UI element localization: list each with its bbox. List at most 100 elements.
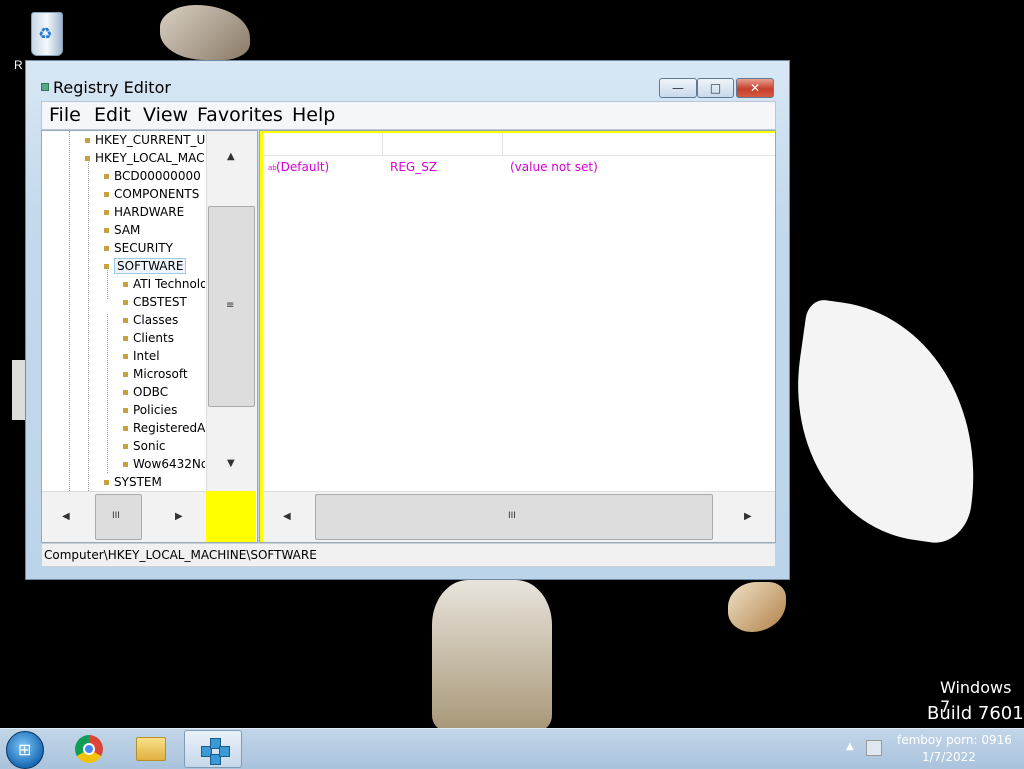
tree-item[interactable]: ATI Technolo (123, 275, 205, 293)
tree-item[interactable]: Classes (123, 311, 178, 329)
taskbar-regedit[interactable] (184, 730, 242, 768)
tree-item-label: SECURITY (114, 241, 173, 255)
taskbar-explorer[interactable] (122, 730, 180, 768)
highlight-border (260, 131, 263, 542)
tree-item-label: COMPONENTS (114, 187, 200, 201)
tree-item-label: Wow6432Noc (133, 457, 205, 471)
tree-item[interactable]: SOFTWARE (104, 257, 187, 275)
column-header-data[interactable] (503, 133, 775, 155)
recycle-bin-icon[interactable]: ♻ (26, 8, 66, 56)
tree-item[interactable]: Intel (123, 347, 160, 365)
folder-icon (123, 336, 128, 341)
menu-edit[interactable]: Edit (94, 104, 131, 126)
taskbar-chrome[interactable] (60, 730, 118, 768)
tree-item-label: Policies (133, 403, 178, 417)
tree-item-label: ATI Technolo (133, 277, 205, 291)
menu-file[interactable]: File (49, 104, 81, 126)
regedit-app-icon (41, 83, 49, 91)
taskbar: ⊞ ▲ femboy porn: 0916 1/7/2022 (0, 728, 1024, 769)
tree-item[interactable]: BCD00000000 (104, 167, 201, 185)
clock-time: femboy porn: 0916 (897, 733, 1012, 747)
tree-item[interactable]: Microsoft (123, 365, 188, 383)
tree-horizontal-scrollbar[interactable]: ◀ III ▶ (42, 491, 206, 542)
start-button[interactable]: ⊞ (6, 731, 44, 769)
scroll-right-arrow-icon[interactable]: ▶ (175, 511, 183, 522)
tree-item[interactable]: SECURITY (104, 239, 173, 257)
folder-icon (104, 174, 109, 179)
scroll-thumb[interactable]: III (315, 494, 713, 540)
wallpaper-fragment (432, 580, 552, 730)
clock-date: 1/7/2022 (922, 750, 976, 764)
tree-item[interactable]: Policies (123, 401, 177, 419)
tree-item[interactable]: ODBC (123, 383, 168, 401)
column-header-name[interactable] (263, 133, 383, 155)
tree-item-label: SOFTWARE (114, 258, 187, 274)
tree-item[interactable]: RegisteredApp (123, 419, 205, 437)
folder-icon (123, 318, 128, 323)
tree-item[interactable]: HKEY_CURRENT_USE (85, 131, 205, 149)
folder-icon (85, 156, 90, 161)
recycle-bin-label: R (14, 58, 23, 72)
tree-item-label: HKEY_CURRENT_USE (95, 133, 205, 147)
registry-editor-window: Registry Editor — □ ✕ File Edit View Fav… (25, 60, 790, 580)
tree-item[interactable]: Wow6432Noc (123, 455, 205, 473)
wallpaper-fragment (160, 5, 250, 60)
wallpaper-fragment (777, 297, 997, 548)
title-bar[interactable]: Registry Editor — □ ✕ (26, 61, 789, 101)
folder-icon (104, 264, 109, 269)
scroll-left-arrow-icon[interactable]: ◀ (62, 511, 70, 522)
value-name: (Default) (276, 160, 330, 174)
folder-icon (136, 737, 166, 761)
menu-bar: File Edit View Favorites Help (41, 101, 776, 130)
folder-icon (123, 282, 128, 287)
scroll-right-arrow-icon[interactable]: ▶ (744, 511, 752, 522)
show-hidden-icons-icon[interactable]: ▲ (846, 741, 854, 752)
tree-connector (69, 131, 70, 491)
tree-connector (88, 158, 89, 491)
close-button[interactable]: ✕ (736, 78, 774, 98)
grip-icon: III (112, 511, 120, 521)
folder-icon (104, 192, 109, 197)
tree-item[interactable]: COMPONENTS (104, 185, 199, 203)
tree-item[interactable]: Clients (123, 329, 174, 347)
regedit-icon (199, 736, 230, 765)
tree-item[interactable]: HARDWARE (104, 203, 184, 221)
status-bar: Computer\HKEY_LOCAL_MACHINE\SOFTWARE (41, 543, 776, 567)
tree-item-label: SAM (114, 223, 141, 237)
menu-help[interactable]: Help (292, 104, 335, 126)
folder-icon (104, 246, 109, 251)
tree-item[interactable]: Sonic (123, 437, 166, 455)
folder-icon (123, 372, 128, 377)
tree-item-label: Clients (133, 331, 174, 345)
tree-item[interactable]: SYSTEM (104, 473, 162, 491)
maximize-button[interactable]: □ (697, 78, 734, 98)
grip-icon: III (508, 511, 516, 521)
tree-item-label: HARDWARE (114, 205, 185, 219)
scroll-thumb[interactable]: III (95, 494, 142, 540)
tree-connector (107, 266, 108, 473)
value-type: REG_SZ (390, 160, 438, 174)
tree-item[interactable]: CBSTEST (123, 293, 187, 311)
column-header-type[interactable] (383, 133, 503, 155)
menu-view[interactable]: View (143, 104, 188, 126)
minimize-button[interactable]: — (659, 78, 697, 98)
folder-icon (123, 354, 128, 359)
windows-logo-icon: ⊞ (18, 740, 32, 759)
scroll-left-arrow-icon[interactable]: ◀ (283, 511, 291, 522)
scroll-down-arrow-icon[interactable]: ▼ (227, 458, 235, 469)
tree-vertical-scrollbar[interactable]: ▲ ≡ ▼ (206, 131, 257, 491)
folder-icon (123, 300, 128, 305)
tree-item[interactable]: SAM (104, 221, 140, 239)
tray-network-icon[interactable] (866, 740, 882, 756)
tree-item-label: SYSTEM (114, 475, 162, 489)
scroll-thumb[interactable]: ≡ (208, 206, 255, 407)
window-title: Registry Editor (53, 78, 171, 97)
wallpaper-fragment (728, 582, 786, 632)
tree-item[interactable]: HKEY_LOCAL_MACH (85, 149, 205, 167)
folder-icon (104, 210, 109, 215)
folder-icon (104, 228, 109, 233)
scroll-up-arrow-icon[interactable]: ▲ (227, 151, 235, 162)
values-horizontal-scrollbar[interactable]: ◀ III ▶ (263, 491, 775, 542)
folder-icon (123, 462, 128, 467)
menu-favorites[interactable]: Favorites (197, 104, 283, 126)
